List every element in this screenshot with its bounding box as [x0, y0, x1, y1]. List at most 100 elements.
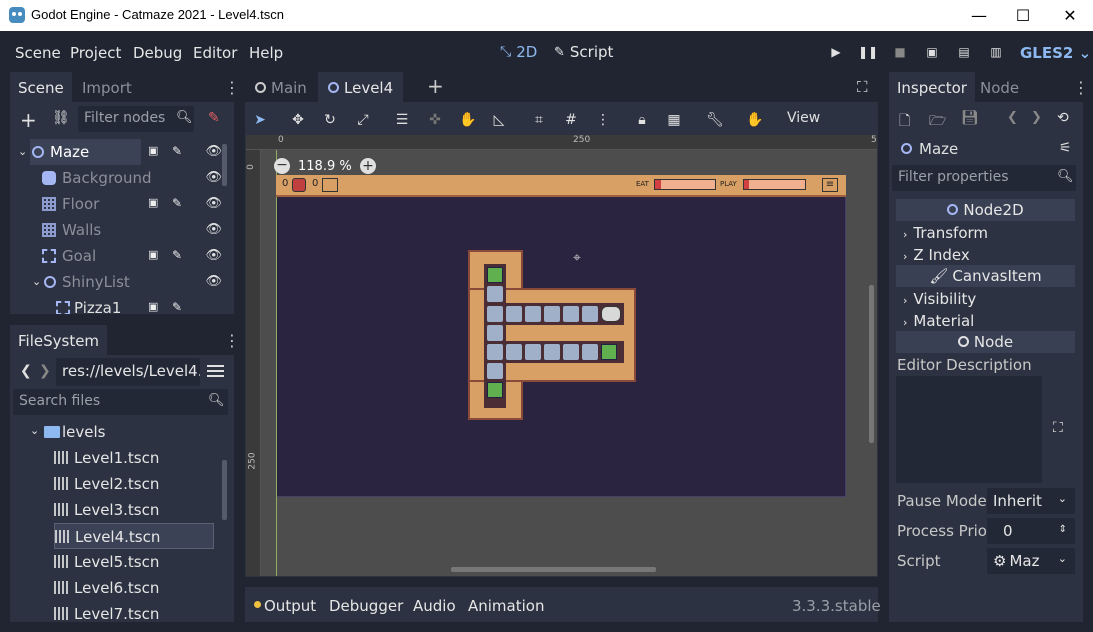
collapse-arrow-icon[interactable]: ⌄ [30, 424, 39, 437]
maximize-button[interactable]: ☐ [1000, 0, 1046, 31]
stop-icon[interactable]: ■ [892, 44, 908, 60]
category-visibility[interactable]: › Visibility [903, 290, 976, 308]
select-tool-icon[interactable]: ➤ [252, 112, 268, 128]
tab-output[interactable]: Output [264, 597, 316, 615]
group-icon[interactable]: ▣ [148, 300, 162, 314]
pause-icon[interactable]: ❚❚ [858, 44, 878, 60]
visibility-eye-icon[interactable]: 👁︎ [205, 170, 222, 185]
filesystem-menu-icon[interactable] [224, 331, 228, 350]
tab-debugger[interactable]: Debugger [329, 597, 403, 615]
menu-debug[interactable]: Debug [133, 44, 182, 62]
tree-node-shinylist[interactable]: ⌄ ShinyList 👁︎ [10, 269, 222, 295]
visibility-eye-icon[interactable]: 👁︎ [205, 274, 222, 289]
tree-node-maze[interactable]: ⌄ Maze ▣ ✎ 👁︎ [10, 139, 222, 165]
category-material[interactable]: › Material [903, 312, 974, 330]
history-back-icon[interactable]: ❮ [1007, 110, 1018, 125]
pan-tool-icon[interactable]: ✋ [459, 112, 476, 128]
canvas-v-scrollbar[interactable] [869, 285, 874, 443]
category-transform[interactable]: › Transform [903, 224, 988, 242]
tab-main[interactable]: Main [245, 72, 317, 102]
history-forward-icon[interactable]: ❯ [1031, 110, 1042, 125]
script-attach-icon[interactable]: ✎ [208, 110, 220, 126]
spinner-icon[interactable]: ⇕ [1059, 524, 1067, 535]
file-item[interactable]: Level1.tscn [54, 445, 214, 471]
list-select-icon[interactable]: ☰ [394, 112, 410, 128]
move-tool-icon[interactable]: ✥ [290, 112, 306, 128]
tree-node-walls[interactable]: Walls 👁︎ [10, 217, 222, 243]
tree-node-floor[interactable]: Floor ▣ ✎ 👁︎ [10, 191, 222, 217]
ruler-tool-icon[interactable]: ◺ [491, 112, 507, 128]
folder-levels[interactable]: ⌄ levels [30, 419, 220, 445]
new-resource-icon[interactable]: 🗋 [899, 110, 910, 134]
zoom-level[interactable]: 118.9 % [298, 159, 352, 174]
close-window-button[interactable]: ✕ [1047, 0, 1093, 31]
snap-options-icon[interactable]: ⋮ [595, 112, 611, 128]
play-scene-icon[interactable]: ▣ [924, 44, 940, 60]
filesystem-scrollbar[interactable] [222, 460, 227, 520]
tab-level4[interactable]: Level4 [318, 72, 404, 102]
minimize-button[interactable]: — [956, 0, 1002, 31]
editor-description-textarea[interactable] [896, 376, 1042, 483]
add-tab-icon[interactable]: + [427, 74, 444, 98]
tab-node[interactable]: Node [972, 72, 1027, 102]
object-properties-icon[interactable]: ⚟ [1059, 140, 1072, 156]
file-item[interactable]: Level2.tscn [54, 471, 214, 497]
file-item[interactable]: Level5.tscn [54, 549, 214, 575]
visibility-eye-icon[interactable]: 👁︎ [205, 144, 222, 159]
add-node-icon[interactable]: + [20, 108, 37, 132]
skeleton-icon[interactable]: 🔧︎ [706, 112, 724, 128]
mode-2d-button[interactable]: ⤡ 2D [500, 43, 537, 61]
inspected-node-name[interactable]: Maze [919, 140, 958, 158]
tab-inspector[interactable]: Inspector [889, 72, 975, 102]
filter-properties-input[interactable]: Filter properties [892, 165, 1076, 191]
rotate-tool-icon[interactable]: ↻ [322, 112, 338, 128]
pause-mode-select[interactable]: Inherit ⌄ [987, 488, 1075, 514]
collapse-arrow-icon[interactable]: ⌄ [18, 145, 27, 158]
script-resource-picker[interactable]: ⚙ Maz ⌄ [987, 548, 1075, 574]
script-icon[interactable]: ✎ [172, 144, 186, 158]
canvas-viewport[interactable]: 0 250 5 0 250 0 0 EAT PLAY ≡ − 118.9 % +… [246, 135, 877, 576]
script-icon[interactable]: ✎ [172, 300, 186, 314]
back-icon[interactable]: ❮ [20, 363, 32, 379]
scene-dock-menu-icon[interactable] [224, 78, 228, 97]
category-zindex[interactable]: › Z Index [903, 246, 970, 264]
distraction-free-icon[interactable]: ⛶ [857, 78, 868, 96]
script-icon[interactable]: ✎ [172, 248, 186, 262]
tab-scene[interactable]: Scene [10, 72, 72, 102]
open-folder-icon[interactable]: 🗁 [929, 110, 946, 134]
tab-filesystem[interactable]: FileSystem [10, 325, 108, 355]
renderer-select[interactable]: GLES2 ⌄ [1020, 44, 1091, 62]
file-item[interactable]: Level3.tscn [54, 497, 214, 523]
visibility-eye-icon[interactable]: 👁︎ [205, 196, 222, 211]
scale-tool-icon[interactable]: ⤢ [355, 112, 371, 128]
scene-tree-scrollbar[interactable] [222, 144, 227, 186]
tab-audio[interactable]: Audio [413, 597, 456, 615]
play-movie-icon[interactable]: ▥ [988, 44, 1004, 60]
grid-snap-icon[interactable]: # [563, 112, 579, 128]
mode-script-button[interactable]: ✎ Script [554, 43, 613, 61]
group-icon[interactable]: ▣ [148, 144, 162, 158]
search-files-input[interactable]: Search files [13, 389, 228, 415]
group-icon[interactable]: ▣ [148, 196, 162, 210]
pivot-tool-icon[interactable]: ✜ [427, 112, 443, 128]
visibility-eye-icon[interactable]: 👁︎ [205, 248, 222, 263]
view-menu[interactable]: View [787, 110, 820, 126]
script-icon[interactable]: ✎ [172, 196, 186, 210]
inspector-menu-icon[interactable] [1073, 78, 1077, 97]
expand-icon[interactable]: ⛶ [1053, 420, 1063, 436]
smart-snap-icon[interactable]: ⌗ [531, 112, 547, 128]
group-icon[interactable]: ▦ [666, 112, 682, 128]
file-item[interactable]: Level7.tscn [54, 601, 214, 622]
tree-node-background[interactable]: Background 👁︎ [10, 165, 222, 191]
file-item-selected[interactable]: Level4.tscn [54, 523, 214, 549]
process-priority-spinbox[interactable]: 0 ⇕ [987, 518, 1075, 544]
tree-node-pizza1[interactable]: Pizza1 ▣ ✎ [10, 295, 222, 314]
group-icon[interactable]: ▣ [148, 248, 162, 262]
list-view-icon[interactable] [207, 363, 224, 377]
menu-scene[interactable]: Scene [15, 44, 61, 62]
forward-icon[interactable]: ❯ [39, 363, 51, 379]
play-icon[interactable]: ▶ [828, 44, 844, 60]
lock-icon[interactable]: 🔒︎ [634, 112, 650, 128]
tab-import[interactable]: Import [74, 72, 140, 102]
tree-node-goal[interactable]: Goal ▣ ✎ 👁︎ [10, 243, 222, 269]
